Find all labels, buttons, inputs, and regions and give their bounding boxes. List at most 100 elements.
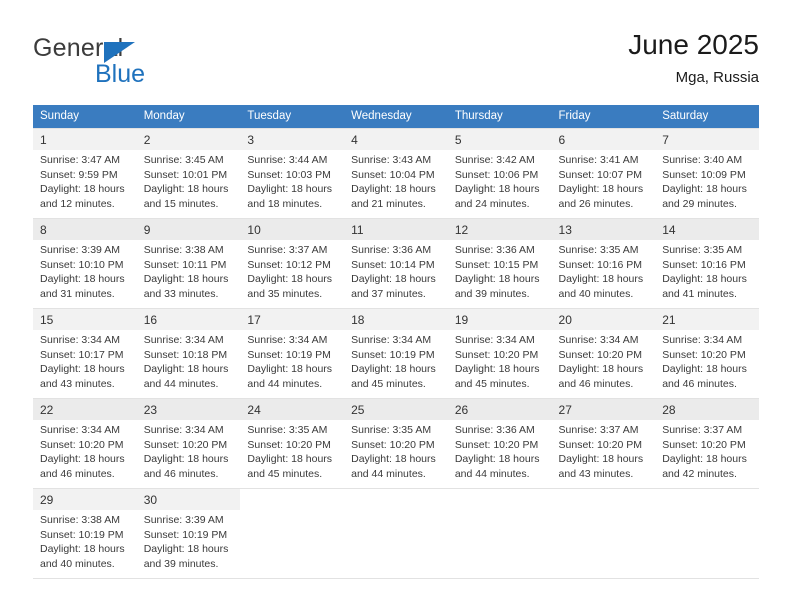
day-number: 27 [551, 399, 656, 420]
day-number: 7 [655, 129, 759, 150]
day-number: 3 [240, 129, 345, 150]
day-details: Sunrise: 3:37 AM Sunset: 10:20 PM Daylig… [552, 420, 656, 481]
weekday-header-tuesday: Tuesday [240, 105, 345, 129]
calendar-day-cell[interactable]: 18 Sunrise: 3:34 AM Sunset: 10:19 PM Day… [344, 308, 448, 399]
day-details: Sunrise: 3:36 AM Sunset: 10:15 PM Daylig… [448, 240, 552, 301]
daylight-text-line2: and 40 minutes. [558, 287, 634, 300]
day-details: Sunrise: 3:36 AM Sunset: 10:14 PM Daylig… [344, 240, 448, 301]
sunset-text: Sunset: 10:20 PM [558, 438, 642, 451]
day-details: Sunrise: 3:44 AM Sunset: 10:03 PM Daylig… [240, 150, 344, 211]
daylight-text-line1: Daylight: 18 hours [454, 273, 540, 286]
calendar-week-row: 22 Sunrise: 3:34 AM Sunset: 10:20 PM Day… [33, 398, 759, 489]
day-details: Sunrise: 3:37 AM Sunset: 10:12 PM Daylig… [240, 240, 344, 301]
calendar-day-cell[interactable]: 17 Sunrise: 3:34 AM Sunset: 10:19 PM Day… [240, 308, 345, 399]
day-number: 28 [655, 399, 759, 420]
weekday-header-thursday: Thursday [447, 105, 552, 129]
daylight-text-line2: and 15 minutes. [143, 197, 219, 210]
day-details: Sunrise: 3:37 AM Sunset: 10:20 PM Daylig… [655, 420, 759, 481]
calendar-day-cell[interactable]: 4 Sunrise: 3:43 AM Sunset: 10:04 PM Dayl… [344, 128, 448, 219]
daylight-text-line1: Daylight: 18 hours [351, 453, 436, 466]
calendar-day-cell[interactable]: 2 Sunrise: 3:45 AM Sunset: 10:01 PM Dayl… [136, 128, 241, 219]
sunset-text: Sunset: 10:06 PM [454, 168, 539, 181]
calendar-day-cell[interactable]: 12 Sunrise: 3:36 AM Sunset: 10:15 PM Day… [447, 218, 552, 309]
sunrise-text: Sunrise: 3:36 AM [351, 244, 432, 256]
calendar-day-cell[interactable]: 29 Sunrise: 3:38 AM Sunset: 10:19 PM Day… [33, 488, 137, 579]
calendar-day-cell[interactable]: 22 Sunrise: 3:34 AM Sunset: 10:20 PM Day… [33, 398, 137, 489]
daylight-text-line1: Daylight: 18 hours [454, 183, 540, 196]
calendar-week-row: 29 Sunrise: 3:38 AM Sunset: 10:19 PM Day… [33, 488, 759, 579]
calendar-day-cell[interactable]: 26 Sunrise: 3:36 AM Sunset: 10:20 PM Day… [447, 398, 552, 489]
calendar-day-cell[interactable]: 9 Sunrise: 3:38 AM Sunset: 10:11 PM Dayl… [136, 218, 241, 309]
sunrise-text: Sunrise: 3:34 AM [247, 334, 328, 346]
day-number: 19 [447, 309, 552, 330]
daylight-text-line2: and 43 minutes. [40, 377, 115, 390]
day-number: 16 [136, 309, 241, 330]
calendar-day-cell[interactable]: 5 Sunrise: 3:42 AM Sunset: 10:06 PM Dayl… [447, 128, 552, 219]
sunrise-text: Sunrise: 3:42 AM [454, 154, 535, 166]
daylight-text-line1: Daylight: 18 hours [662, 453, 747, 466]
day-details: Sunrise: 3:43 AM Sunset: 10:04 PM Daylig… [344, 150, 448, 211]
sunset-text: Sunset: 10:15 PM [454, 258, 539, 271]
day-number: 9 [136, 219, 241, 240]
calendar-day-cell[interactable]: 21 Sunrise: 3:34 AM Sunset: 10:20 PM Day… [655, 308, 759, 399]
day-details: Sunrise: 3:35 AM Sunset: 10:16 PM Daylig… [655, 240, 759, 301]
sunrise-text: Sunrise: 3:37 AM [662, 424, 743, 436]
daylight-text-line1: Daylight: 18 hours [454, 363, 540, 376]
sunset-text: Sunset: 9:59 PM [40, 168, 118, 181]
day-details: Sunrise: 3:41 AM Sunset: 10:07 PM Daylig… [552, 150, 656, 211]
daylight-text-line1: Daylight: 18 hours [143, 183, 229, 196]
day-number: 12 [447, 219, 552, 240]
day-details: Sunrise: 3:42 AM Sunset: 10:06 PM Daylig… [448, 150, 552, 211]
sunset-text: Sunset: 10:03 PM [247, 168, 331, 181]
calendar-day-cell[interactable]: 23 Sunrise: 3:34 AM Sunset: 10:20 PM Day… [136, 398, 241, 489]
calendar-day-cell[interactable]: 30 Sunrise: 3:39 AM Sunset: 10:19 PM Day… [136, 488, 241, 579]
general-blue-logo[interactable]: General Blue [33, 34, 263, 92]
day-number: 2 [136, 129, 241, 150]
calendar-day-cell[interactable]: 24 Sunrise: 3:35 AM Sunset: 10:20 PM Day… [240, 398, 345, 489]
calendar-day-cell[interactable]: 11 Sunrise: 3:36 AM Sunset: 10:14 PM Day… [344, 218, 448, 309]
calendar-day-cell[interactable]: 1 Sunrise: 3:47 AM Sunset: 9:59 PM Dayli… [33, 128, 137, 219]
day-details: Sunrise: 3:34 AM Sunset: 10:17 PM Daylig… [33, 330, 137, 391]
daylight-text-line1: Daylight: 18 hours [40, 273, 125, 286]
calendar-day-cell[interactable]: 8 Sunrise: 3:39 AM Sunset: 10:10 PM Dayl… [33, 218, 137, 309]
day-number: 15 [33, 309, 137, 330]
day-details: Sunrise: 3:38 AM Sunset: 10:11 PM Daylig… [137, 240, 241, 301]
calendar-day-cell-empty [240, 488, 345, 579]
calendar-day-cell[interactable]: 19 Sunrise: 3:34 AM Sunset: 10:20 PM Day… [447, 308, 552, 399]
calendar-day-cell[interactable]: 14 Sunrise: 3:35 AM Sunset: 10:16 PM Day… [655, 218, 759, 309]
sunset-text: Sunset: 10:20 PM [454, 348, 539, 361]
daylight-text-line2: and 18 minutes. [247, 197, 323, 210]
calendar-day-cell[interactable]: 7 Sunrise: 3:40 AM Sunset: 10:09 PM Dayl… [655, 128, 759, 219]
page-header: General Blue June 2025 Mga, Russia [33, 28, 759, 94]
calendar-table: Sunday Monday Tuesday Wednesday Thursday… [33, 105, 759, 579]
day-number: 1 [33, 129, 137, 150]
calendar-day-cell[interactable]: 6 Sunrise: 3:41 AM Sunset: 10:07 PM Dayl… [551, 128, 656, 219]
calendar-day-cell[interactable]: 16 Sunrise: 3:34 AM Sunset: 10:18 PM Day… [136, 308, 241, 399]
calendar-day-cell[interactable]: 27 Sunrise: 3:37 AM Sunset: 10:20 PM Day… [551, 398, 656, 489]
day-details: Sunrise: 3:35 AM Sunset: 10:20 PM Daylig… [344, 420, 448, 481]
sunset-text: Sunset: 10:11 PM [143, 258, 227, 271]
calendar-day-cell[interactable]: 20 Sunrise: 3:34 AM Sunset: 10:20 PM Day… [551, 308, 656, 399]
sunset-text: Sunset: 10:20 PM [351, 438, 435, 451]
daylight-text-line2: and 26 minutes. [558, 197, 634, 210]
day-details: Sunrise: 3:36 AM Sunset: 10:20 PM Daylig… [448, 420, 552, 481]
daylight-text-line2: and 29 minutes. [662, 197, 737, 210]
daylight-text-line2: and 45 minutes. [454, 377, 530, 390]
day-number: 21 [655, 309, 759, 330]
daylight-text-line1: Daylight: 18 hours [558, 453, 644, 466]
daylight-text-line1: Daylight: 18 hours [662, 363, 747, 376]
calendar-day-cell[interactable]: 25 Sunrise: 3:35 AM Sunset: 10:20 PM Day… [344, 398, 448, 489]
calendar-day-cell[interactable]: 13 Sunrise: 3:35 AM Sunset: 10:16 PM Day… [551, 218, 656, 309]
calendar-day-cell[interactable]: 15 Sunrise: 3:34 AM Sunset: 10:17 PM Day… [33, 308, 137, 399]
page-subtitle: Mga, Russia [675, 69, 759, 86]
calendar-week-row: 8 Sunrise: 3:39 AM Sunset: 10:10 PM Dayl… [33, 218, 759, 309]
calendar-day-cell[interactable]: 3 Sunrise: 3:44 AM Sunset: 10:03 PM Dayl… [240, 128, 345, 219]
sunrise-text: Sunrise: 3:35 AM [558, 244, 639, 256]
calendar-day-cell[interactable]: 28 Sunrise: 3:37 AM Sunset: 10:20 PM Day… [655, 398, 759, 489]
sunrise-text: Sunrise: 3:35 AM [662, 244, 743, 256]
day-details: Sunrise: 3:34 AM Sunset: 10:20 PM Daylig… [552, 330, 656, 391]
title-block: June 2025 Mga, Russia [628, 28, 759, 88]
calendar-day-cell[interactable]: 10 Sunrise: 3:37 AM Sunset: 10:12 PM Day… [240, 218, 345, 309]
daylight-text-line1: Daylight: 18 hours [143, 543, 229, 556]
sunrise-text: Sunrise: 3:39 AM [143, 514, 224, 526]
